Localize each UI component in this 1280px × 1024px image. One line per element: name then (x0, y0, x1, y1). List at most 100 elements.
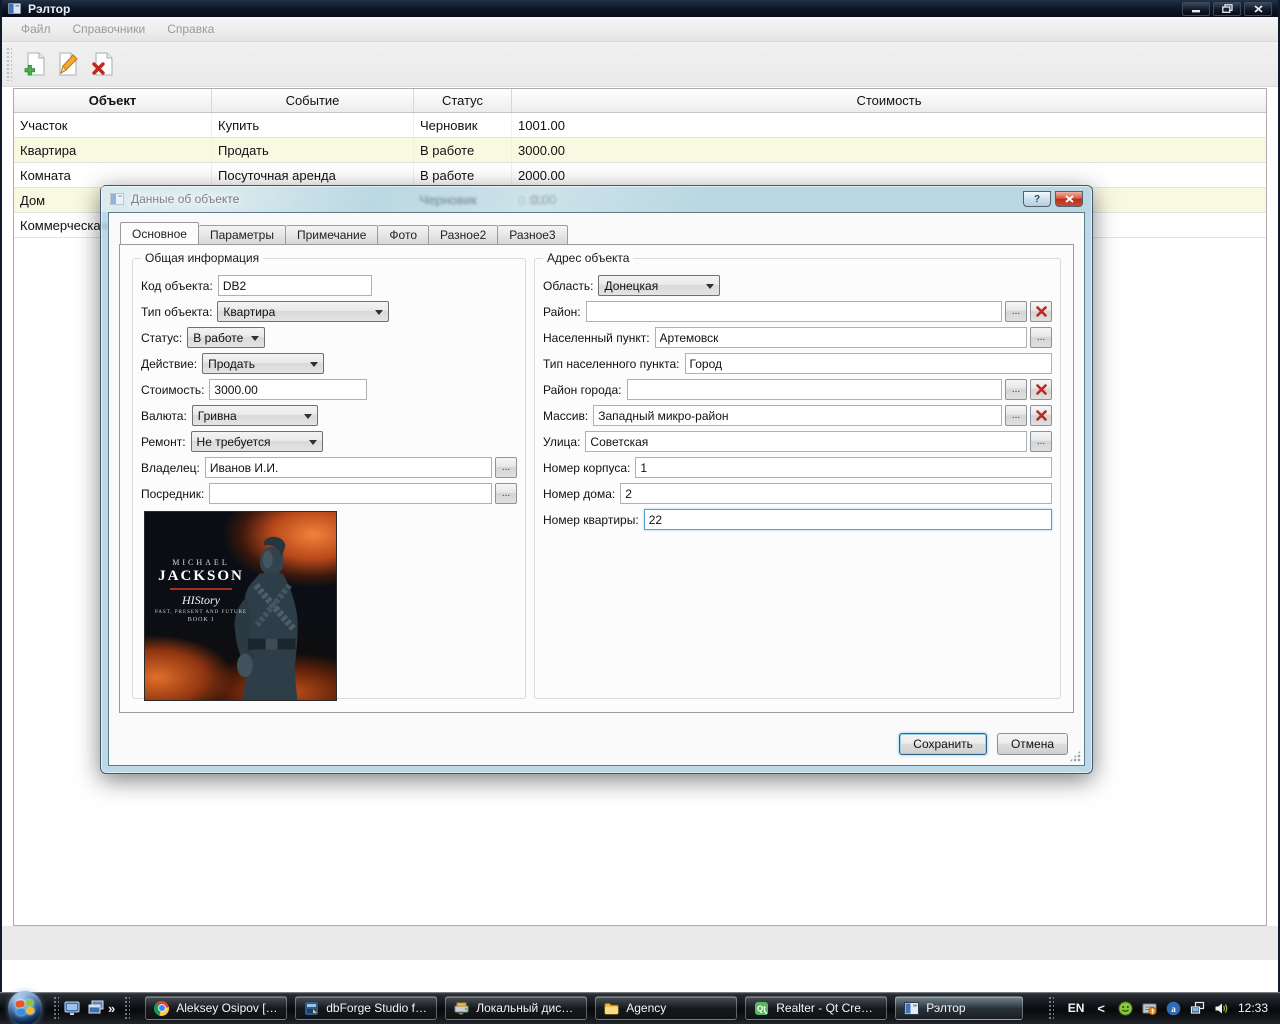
a-badge-tray-icon[interactable]: a (1166, 1001, 1181, 1016)
tab-photo[interactable]: Фото (378, 225, 429, 245)
tray-expand-chevron[interactable]: < (1093, 1001, 1109, 1016)
region-combobox[interactable]: Донецкая (598, 275, 721, 296)
city-district-clear-button[interactable] (1030, 379, 1052, 400)
show-desktop-icon[interactable] (64, 1000, 80, 1016)
district-input[interactable] (585, 301, 1002, 322)
district-clear-button[interactable] (1030, 301, 1052, 322)
repair-combobox[interactable]: Не требуется (190, 431, 323, 452)
street-browse-button[interactable]: ... (1030, 431, 1052, 452)
svg-text:a: a (1171, 1004, 1176, 1014)
task-qt-creator[interactable]: Qt Realter - Qt Creator (745, 996, 888, 1020)
agent-browse-button[interactable]: ... (495, 483, 517, 504)
street-label: Улица: (543, 434, 581, 449)
delete-record-button[interactable] (86, 48, 118, 80)
column-price[interactable]: Стоимость (512, 89, 1266, 112)
tray-grip[interactable] (1047, 996, 1054, 1020)
keyboard-warning-tray-icon[interactable] (1142, 1001, 1157, 1016)
dialog-titlebar[interactable]: Данные об объекте Черновик 0.00 ? (101, 186, 1092, 212)
close-button[interactable] (1244, 1, 1272, 16)
city-district-input[interactable] (626, 379, 1002, 400)
currency-combobox[interactable]: Гривна (191, 405, 318, 426)
smiley-tray-icon[interactable] (1118, 1001, 1133, 1016)
volume-tray-icon[interactable] (1214, 1001, 1229, 1016)
task-label: Локальный диск ... (476, 1001, 579, 1015)
city-district-browse-button[interactable]: ... (1005, 379, 1027, 400)
cancel-button[interactable]: Отмена (996, 733, 1068, 755)
quicklaunch-grip[interactable] (53, 996, 59, 1020)
dialog-close-button[interactable] (1055, 191, 1083, 207)
task-dbforge[interactable]: dbForge Studio fo... (295, 996, 438, 1020)
edit-record-button[interactable] (52, 48, 84, 80)
chevron-down-icon (251, 335, 260, 345)
status-value: В работе (193, 330, 244, 345)
column-event[interactable]: Событие (212, 89, 414, 112)
resize-grip[interactable] (1069, 750, 1081, 762)
save-button[interactable]: Сохранить (899, 733, 987, 755)
column-status[interactable]: Статус (414, 89, 512, 112)
massif-input[interactable] (593, 405, 1002, 426)
network-tray-icon[interactable] (1190, 1001, 1205, 1016)
task-label: Рэлтор (926, 1001, 966, 1015)
tasks-grip[interactable] (124, 996, 131, 1020)
help-icon: ? (1033, 193, 1041, 205)
window-bottom-margin (2, 926, 1278, 960)
menu-file[interactable]: Файл (10, 19, 62, 39)
action-combobox[interactable]: Продать (202, 353, 325, 374)
owner-browse-button[interactable]: ... (495, 457, 517, 478)
district-browse-button[interactable]: ... (1005, 301, 1027, 322)
price-input[interactable] (209, 379, 368, 400)
dialog-help-button[interactable]: ? (1023, 191, 1051, 207)
language-indicator[interactable]: EN (1068, 1001, 1085, 1015)
menu-references[interactable]: Справочники (62, 19, 157, 39)
massif-clear-button[interactable] (1030, 405, 1052, 426)
album-title: HIStory (182, 593, 220, 607)
object-photo[interactable]: MICHAEL JACKSON HIStory PAST, PRESENT AN… (144, 511, 337, 701)
owner-input[interactable] (204, 457, 492, 478)
quicklaunch-overflow-chevron[interactable]: » (104, 1001, 119, 1016)
table-row[interactable]: Квартира Продать В работе 3000.00 (14, 138, 1266, 163)
city-browse-button[interactable]: ... (1030, 327, 1052, 348)
dbforge-icon (305, 1001, 319, 1015)
menu-bar: Файл Справочники Справка (2, 17, 1278, 42)
menu-help[interactable]: Справка (156, 19, 225, 39)
city-input[interactable] (654, 327, 1027, 348)
table-header: Объект Событие Статус Стоимость (14, 89, 1266, 113)
task-realtor-active[interactable]: Рэлтор (895, 996, 1024, 1020)
tab-note[interactable]: Примечание (285, 225, 379, 245)
apartment-number-input[interactable] (643, 509, 1052, 530)
chevron-down-icon (303, 413, 312, 423)
minimize-button[interactable] (1182, 1, 1210, 16)
chevron-down-icon (308, 439, 317, 449)
status-combobox[interactable]: В работе (187, 327, 266, 348)
ghost-status-text: Черновик (419, 192, 477, 207)
building-number-input[interactable] (635, 457, 1052, 478)
start-button[interactable] (8, 991, 42, 1024)
red-cross-icon (1035, 306, 1047, 317)
district-label: Район: (543, 304, 581, 319)
agent-input[interactable] (209, 483, 492, 504)
windows-flag-icon (15, 999, 35, 1016)
task-agency-folder[interactable]: Agency (595, 996, 738, 1020)
street-input[interactable] (585, 431, 1027, 452)
repair-label: Ремонт: (141, 434, 186, 449)
taskbar-clock[interactable]: 12:33 (1238, 1001, 1268, 1015)
task-chrome[interactable]: Aleksey Osipov [a... (145, 996, 288, 1020)
massif-browse-button[interactable]: ... (1005, 405, 1027, 426)
task-local-disk[interactable]: Локальный диск ... (445, 996, 588, 1020)
tab-misc3[interactable]: Разное3 (498, 225, 568, 245)
ellipsis-icon: ... (1011, 306, 1021, 317)
tab-parameters[interactable]: Параметры (198, 225, 286, 245)
task-label: Realter - Qt Creator (776, 1001, 879, 1015)
object-type-combobox[interactable]: Квартира (217, 301, 390, 322)
tab-misc2[interactable]: Разное2 (429, 225, 499, 245)
table-row[interactable]: Участок Купить Черновик 1001.00 (14, 113, 1266, 138)
object-code-input[interactable] (217, 275, 372, 296)
city-type-input[interactable] (684, 353, 1052, 374)
add-record-button[interactable] (18, 48, 50, 80)
tab-main[interactable]: Основное (120, 222, 199, 245)
window-switcher-icon[interactable] (88, 1000, 104, 1016)
restore-button[interactable] (1213, 1, 1241, 16)
album-text: MICHAEL JACKSON HIStory PAST, PRESENT AN… (153, 558, 249, 623)
house-number-input[interactable] (620, 483, 1052, 504)
column-object[interactable]: Объект (14, 89, 212, 112)
